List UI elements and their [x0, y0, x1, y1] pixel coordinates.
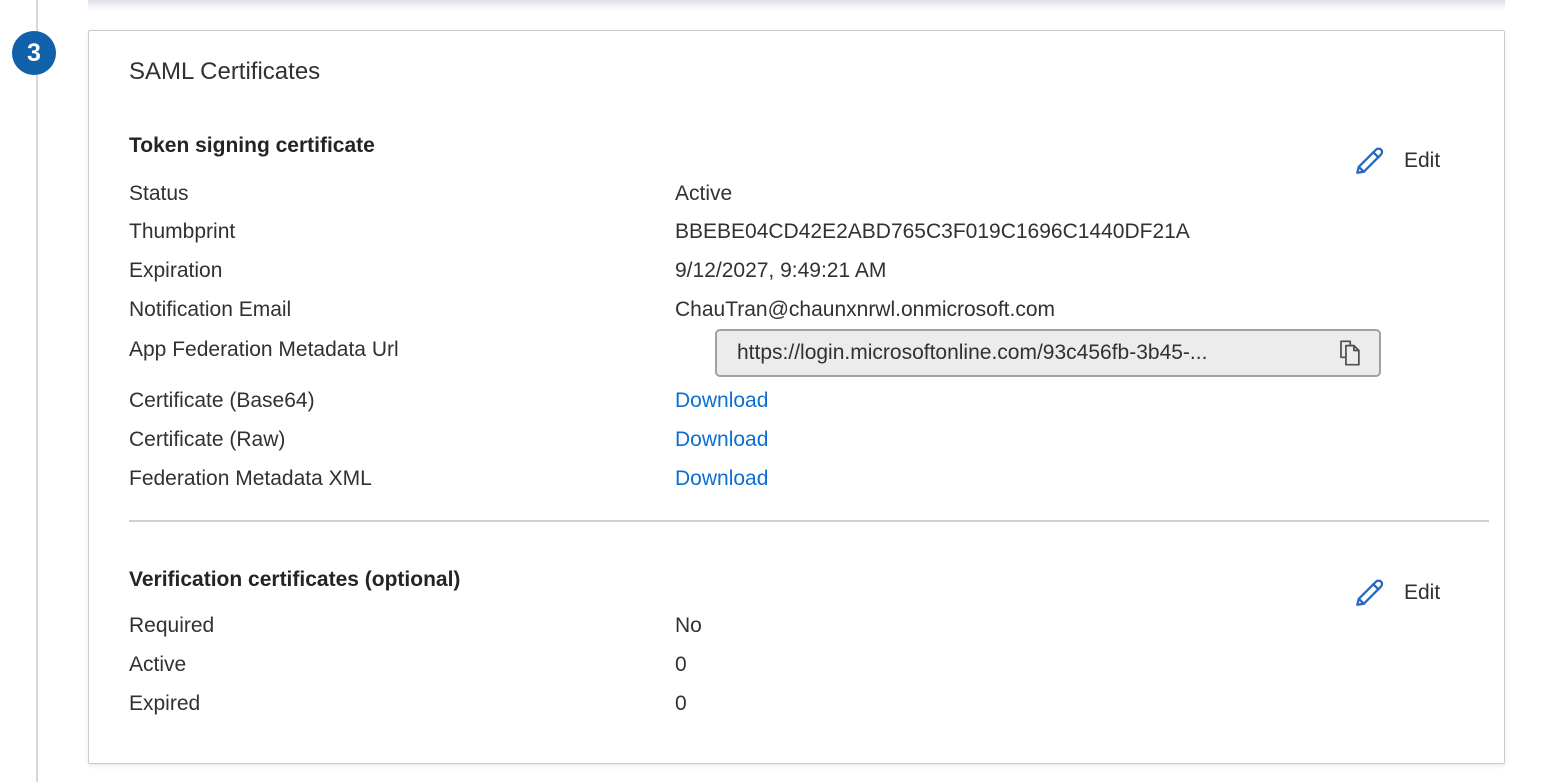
download-certificate-raw-link[interactable]: Download [675, 427, 768, 453]
row-label: Federation Metadata XML [129, 466, 675, 492]
row-label: Expiration [129, 258, 675, 284]
copy-button[interactable] [1333, 336, 1365, 370]
step-circle: 3 [12, 31, 56, 75]
row-label: Notification Email [129, 297, 675, 323]
step-number: 3 [27, 41, 41, 66]
previous-card-edge [88, 0, 1505, 12]
table-row-certificate-base64: Certificate (Base64) Download [129, 388, 1474, 414]
saml-certificates-panel: SAML Certificates Token signing certific… [88, 30, 1505, 764]
table-row-active-count: Active 0 [129, 652, 1474, 678]
pencil-icon [1351, 143, 1387, 179]
table-row-thumbprint: Thumbprint BBEBE04CD42E2ABD765C3F019C169… [129, 219, 1474, 245]
row-value: 0 [675, 652, 687, 678]
section-heading-verification-certificates: Verification certificates (optional) [129, 567, 460, 593]
federation-metadata-url-field[interactable]: https://login.microsoftonline.com/93c456… [715, 329, 1381, 377]
copy-icon [1334, 337, 1364, 369]
row-value: 0 [675, 691, 687, 717]
row-label: Certificate (Base64) [129, 388, 675, 414]
section-divider [129, 520, 1489, 522]
table-row-expiration: Expiration 9/12/2027, 9:49:21 AM [129, 258, 1474, 284]
table-row-status: Status Active [129, 181, 1474, 207]
edit-button-label: Edit [1404, 149, 1440, 173]
edit-token-signing-button[interactable]: Edit [1351, 143, 1440, 179]
row-label: Required [129, 613, 675, 639]
row-label: Certificate (Raw) [129, 427, 675, 453]
row-label: Expired [129, 691, 675, 717]
pencil-icon [1351, 575, 1387, 611]
row-value: No [675, 613, 702, 639]
table-row-expired-count: Expired 0 [129, 691, 1474, 717]
row-label: Status [129, 181, 675, 207]
table-row-required: Required No [129, 613, 1474, 639]
row-value: 9/12/2027, 9:49:21 AM [675, 258, 886, 284]
table-row-certificate-raw: Certificate (Raw) Download [129, 427, 1474, 453]
edit-verification-certificates-button[interactable]: Edit [1351, 575, 1440, 611]
edit-button-label: Edit [1404, 581, 1440, 605]
federation-metadata-url-value: https://login.microsoftonline.com/93c456… [737, 341, 1333, 365]
table-row-federation-metadata-xml: Federation Metadata XML Download [129, 466, 1474, 492]
download-federation-metadata-xml-link[interactable]: Download [675, 466, 768, 492]
download-certificate-base64-link[interactable]: Download [675, 388, 768, 414]
timeline-connector [36, 0, 38, 782]
row-label: Thumbprint [129, 219, 675, 245]
row-value: ChauTran@chaunxnrwl.onmicrosoft.com [675, 297, 1055, 323]
panel-title: SAML Certificates [129, 57, 320, 87]
row-value: BBEBE04CD42E2ABD765C3F019C1696C1440DF21A [675, 219, 1190, 245]
row-label: Active [129, 652, 675, 678]
section-heading-token-signing: Token signing certificate [129, 133, 375, 159]
row-label: App Federation Metadata Url [129, 337, 675, 363]
table-row-notification-email: Notification Email ChauTran@chaunxnrwl.o… [129, 297, 1474, 323]
row-value: Active [675, 181, 732, 207]
